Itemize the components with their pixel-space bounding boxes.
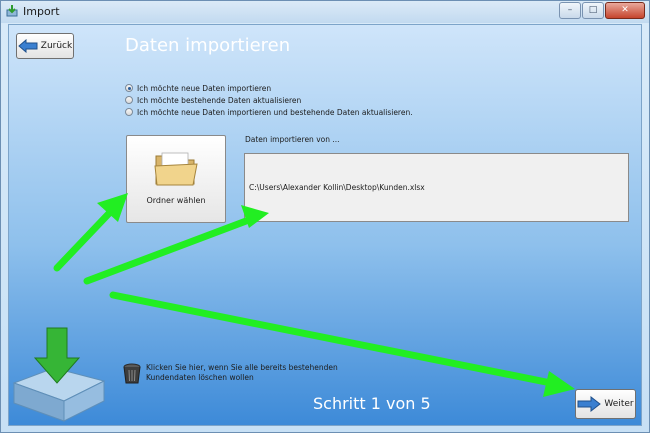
step-indicator: Schritt 1 von 5: [313, 394, 431, 413]
next-button-label: Weiter: [604, 399, 634, 409]
choose-folder-button[interactable]: Ordner wählen: [126, 135, 226, 223]
window-controls: – □ ✕: [558, 2, 645, 19]
import-option-update[interactable]: Ich möchte bestehende Daten aktualisiere…: [125, 94, 413, 106]
window-title: Import: [23, 5, 60, 18]
app-icon: [6, 5, 18, 17]
import-tray-icon: [12, 327, 106, 422]
title-bar[interactable]: Import – □ ✕: [1, 1, 649, 23]
folder-icon: [154, 152, 198, 186]
import-mode-options: Ich möchte neue Daten importieren Ich mö…: [125, 82, 413, 118]
annotation-arrowhead-folder: [97, 193, 128, 222]
radio-new[interactable]: [125, 84, 133, 92]
import-option-new-and-update[interactable]: Ich möchte neue Daten importieren und be…: [125, 106, 413, 118]
page-title: Daten importieren: [125, 35, 291, 56]
annotation-arrowhead-next: [543, 371, 575, 397]
radio-update[interactable]: [125, 96, 133, 104]
back-button[interactable]: Zurück: [16, 33, 74, 59]
forward-arrow-icon: [577, 396, 602, 412]
delete-existing-data[interactable]: Klicken Sie hier, wenn Sie alle bereits …: [122, 363, 346, 385]
source-path-field[interactable]: C:\Users\Alexander Kollin\Desktop\Kunden…: [244, 153, 629, 222]
close-button[interactable]: ✕: [605, 2, 645, 19]
source-path-value: C:\Users\Alexander Kollin\Desktop\Kunden…: [249, 183, 425, 192]
choose-folder-label: Ordner wählen: [146, 196, 206, 205]
trash-icon[interactable]: [122, 363, 142, 385]
radio-label-new-and-update: Ich möchte neue Daten importieren und be…: [137, 107, 413, 117]
maximize-button[interactable]: □: [582, 2, 604, 19]
back-arrow-icon: [18, 39, 38, 53]
import-window: Import – □ ✕ Zurück Daten importieren Ic…: [0, 0, 650, 433]
import-option-new[interactable]: Ich möchte neue Daten importieren: [125, 82, 413, 94]
annotation-arrow-to-path: [83, 214, 258, 285]
source-caption: Daten importieren von ...: [245, 135, 340, 144]
radio-label-update: Ich möchte bestehende Daten aktualisiere…: [137, 95, 302, 105]
next-button[interactable]: Weiter: [575, 389, 636, 419]
radio-new-and-update[interactable]: [125, 108, 133, 116]
annotation-arrow-to-folder: [53, 201, 121, 272]
wizard-panel: Zurück Daten importieren Ich möchte neue…: [8, 24, 642, 426]
minimize-button[interactable]: –: [559, 2, 581, 19]
back-button-label: Zurück: [40, 41, 73, 51]
radio-label-new: Ich möchte neue Daten importieren: [137, 83, 272, 93]
delete-existing-text: Klicken Sie hier, wenn Sie alle bereits …: [146, 363, 338, 382]
